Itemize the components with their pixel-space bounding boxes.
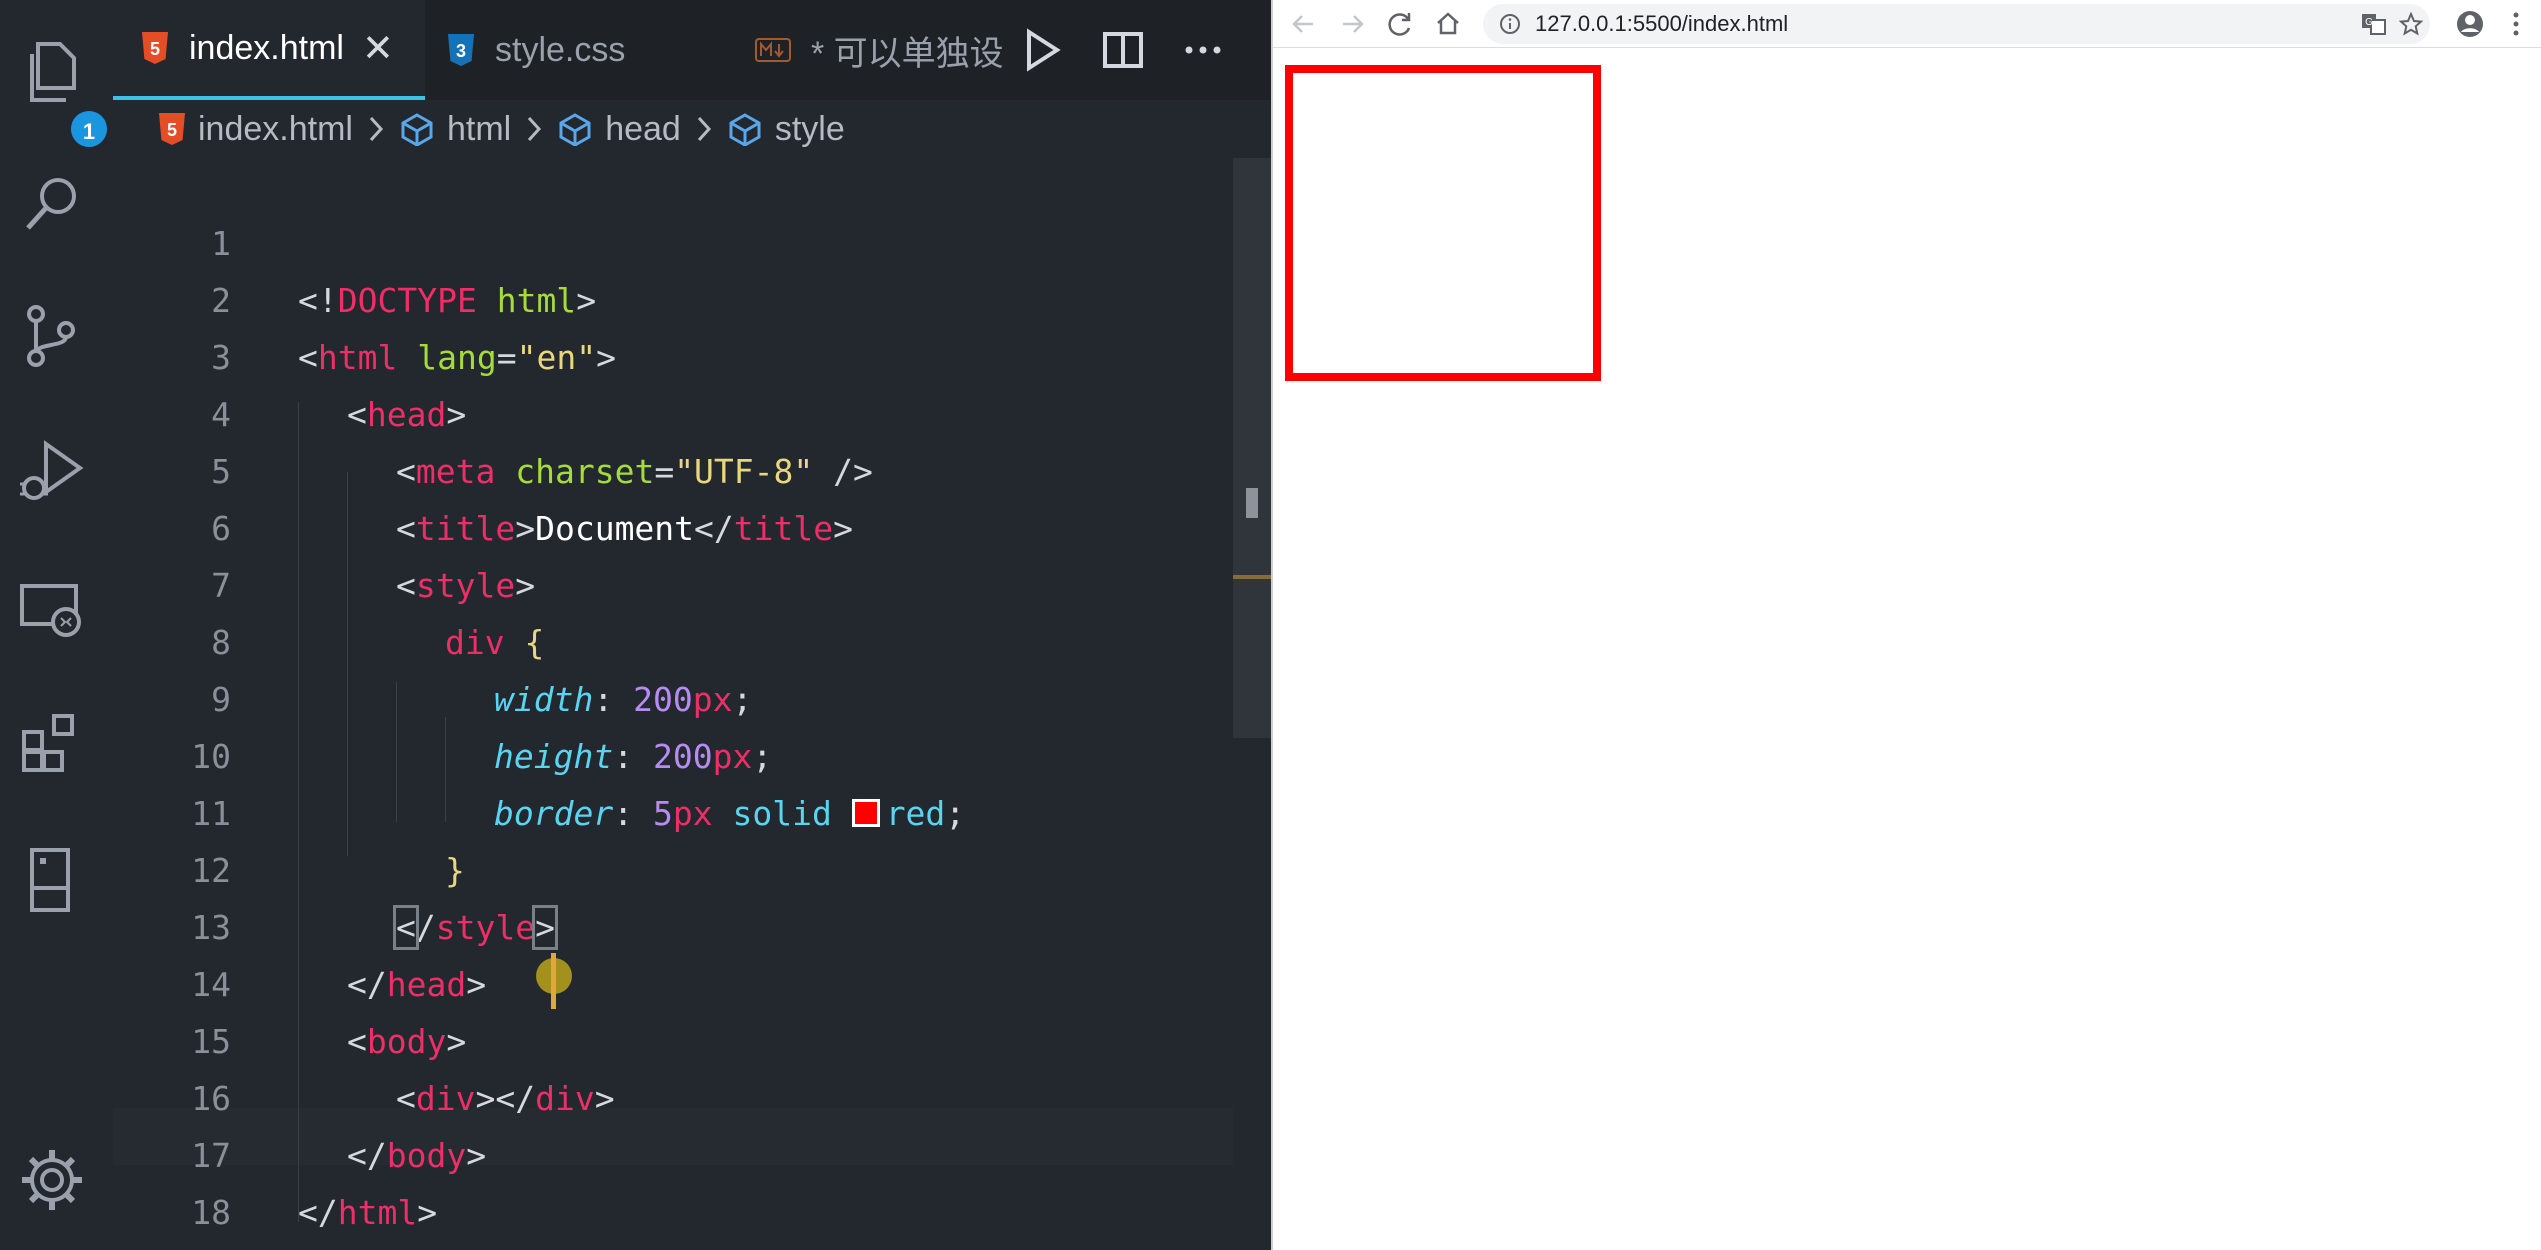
text-cursor [551, 953, 556, 1009]
explorer-badge: 1 [68, 108, 110, 150]
url-text[interactable]: 127.0.0.1:5500/index.html [1535, 4, 1788, 44]
close-tab-icon[interactable]: ✕ [362, 26, 394, 71]
svg-text:5: 5 [150, 39, 160, 59]
address-bar[interactable]: 127.0.0.1:5500/index.html G [1483, 4, 2430, 44]
bookmark-star-icon[interactable] [2399, 12, 2423, 36]
breadcrumb-label: html [446, 109, 512, 148]
remote-explorer-icon[interactable] [16, 572, 88, 644]
symbol-cube-icon [729, 113, 761, 146]
scrollbar-thumb[interactable] [1246, 488, 1258, 518]
scrollbar-cursor-marker [1233, 575, 1271, 579]
html5-icon: 5 [159, 113, 185, 145]
code-area[interactable]: 1 <!DOCTYPE html> 2 <html lang="en"> 3 <… [113, 158, 1233, 1250]
breadcrumb: 5 index.html html head style [113, 100, 1271, 158]
code-line: 6 <style> [113, 443, 1233, 605]
run-preview-icon[interactable] [1011, 20, 1071, 80]
chevron-right-icon [697, 116, 711, 142]
forward-arrow-icon[interactable] [1335, 7, 1369, 41]
browser-toolbar: 127.0.0.1:5500/index.html G [1273, 0, 2541, 48]
breadcrumb-label: index.html [198, 109, 353, 148]
translate-icon[interactable]: G [2361, 12, 2387, 36]
line-number: 18 [191, 1193, 231, 1232]
markdown-icon [755, 38, 791, 62]
breadcrumb-item-file[interactable]: 5 index.html [158, 110, 353, 149]
svg-text:3: 3 [456, 41, 466, 61]
tab-style-css[interactable]: 3 style.css [425, 0, 725, 100]
symbol-cube-icon [401, 113, 433, 146]
code-line: 11 } [113, 728, 1233, 890]
code-line: 4 <meta charset="UTF-8" /> [113, 329, 1233, 491]
css3-icon: 3 [448, 34, 474, 66]
vertical-scrollbar[interactable] [1233, 158, 1271, 738]
code-line: 14 <body> [113, 899, 1233, 1061]
tab-label: style.css [495, 30, 626, 69]
page-viewport [1273, 49, 2541, 1250]
code-line: 17 </html> [113, 1070, 1233, 1232]
line-text: </html> [298, 1193, 438, 1232]
settings-gear-icon[interactable] [16, 1144, 88, 1216]
breadcrumb-item-head[interactable]: head [557, 110, 681, 149]
extensions-icon[interactable] [16, 708, 88, 780]
code-line: 8 width: 200px; [113, 557, 1233, 719]
reload-icon[interactable] [1383, 7, 1417, 41]
tab-label: * 可以单独设 [811, 34, 1004, 73]
svg-text:G: G [2365, 17, 2373, 28]
code-line: 12 </style> [113, 785, 1233, 950]
tab-index-html[interactable]: 5 index.html ✕ [113, 0, 425, 100]
code-line: 7 div { [113, 500, 1233, 662]
code-line: 15 <div></div> [113, 956, 1233, 1118]
code-line: 13 </head> [113, 842, 1233, 1004]
more-actions-icon[interactable] [1173, 20, 1233, 80]
browser-window: 127.0.0.1:5500/index.html G [1271, 0, 2541, 1250]
explorer-icon[interactable]: 1 [16, 36, 110, 150]
breadcrumb-item-html[interactable]: html [399, 110, 511, 149]
source-control-icon[interactable] [16, 300, 88, 372]
svg-text:5: 5 [167, 120, 177, 140]
code-line: 10 border: 5px solid red; [113, 671, 1233, 833]
code-line: 1 <!DOCTYPE html> [113, 158, 1233, 320]
info-icon[interactable] [1499, 13, 1521, 35]
editor-tab-bar: 5 index.html ✕ 3 style.css * 可以单独设 [113, 0, 1271, 100]
code-line: 9 height: 200px; [113, 614, 1233, 776]
back-arrow-icon[interactable] [1287, 7, 1321, 41]
activity-bar: 1 [0, 0, 113, 1250]
breadcrumb-label: style [774, 109, 845, 148]
code-line: 18 [113, 1127, 1233, 1232]
symbol-cube-icon [559, 113, 591, 146]
home-icon[interactable] [1431, 7, 1465, 41]
code-line: 16 </body> [113, 1013, 1233, 1175]
code-line: 5 <title>Document</title> [113, 386, 1233, 548]
code-editor-window: 1 5 index.html ✕ 3 style.css * 可以单独设 5 i… [0, 0, 1271, 1250]
split-editor-icon[interactable] [1093, 20, 1153, 80]
remote-panel-icon[interactable] [16, 844, 88, 916]
run-debug-icon[interactable] [16, 436, 88, 508]
code-line: 2 <html lang="en"> [113, 215, 1233, 377]
profile-avatar-icon[interactable] [2453, 7, 2487, 41]
code-line: 3 <head> [113, 272, 1233, 434]
breadcrumb-label: head [605, 109, 681, 148]
chevron-right-icon [528, 116, 542, 142]
chevron-right-icon [369, 116, 383, 142]
search-icon[interactable] [16, 168, 88, 240]
browser-menu-icon[interactable] [2499, 7, 2533, 41]
html5-icon: 5 [142, 32, 168, 64]
tab-label: index.html [189, 28, 344, 67]
rendered-div-box [1285, 65, 1601, 381]
breadcrumb-item-style[interactable]: style [727, 110, 845, 149]
